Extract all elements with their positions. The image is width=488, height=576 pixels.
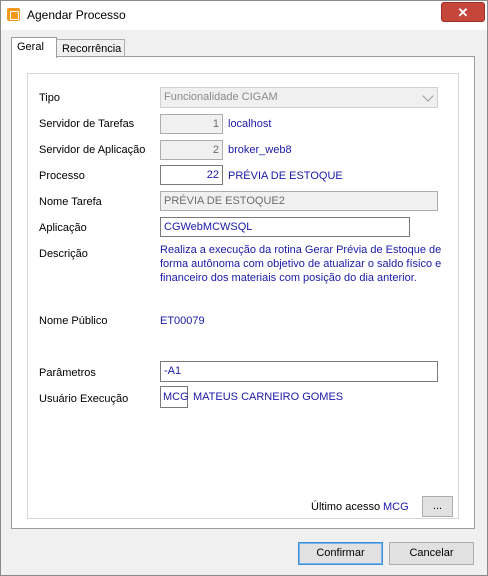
ultimo-acesso-value: MCG: [383, 501, 409, 513]
servidor-aplicacao-code-field[interactable]: 2: [160, 140, 223, 160]
usuario-execucao-label: Usuário Execução: [39, 393, 129, 405]
nome-tarefa-field[interactable]: PRÉVIA DE ESTOQUE2: [160, 191, 438, 211]
nome-publico-value: ET00079: [160, 315, 205, 327]
aplicacao-label: Aplicação: [39, 222, 87, 234]
tipo-value: Funcionalidade CIGAM: [164, 91, 278, 103]
window-title: Agendar Processo: [27, 8, 126, 22]
servidor-tarefas-label: Servidor de Tarefas: [39, 118, 135, 130]
usuario-execucao-code-field[interactable]: MCG: [160, 386, 189, 408]
usuario-execucao-name: MATEUS CARNEIRO GOMES: [193, 391, 344, 403]
confirm-button[interactable]: Confirmar: [298, 542, 383, 565]
ultimo-acesso-label: Último acesso: [311, 501, 381, 513]
servidor-aplicacao-label: Servidor de Aplicação: [39, 144, 146, 156]
title-bar: Agendar Processo ✕: [1, 1, 487, 30]
processo-name: PRÉVIA DE ESTOQUE: [228, 170, 343, 182]
parametros-field[interactable]: -A1: [160, 361, 438, 382]
processo-label: Processo: [39, 170, 85, 182]
cancel-button[interactable]: Cancelar: [389, 542, 474, 565]
servidor-tarefas-code-field[interactable]: 1: [160, 114, 223, 134]
tipo-label: Tipo: [39, 92, 60, 104]
app-icon: [7, 8, 20, 21]
nome-tarefa-label: Nome Tarefa: [39, 196, 102, 208]
servidor-aplicacao-name: broker_web8: [228, 144, 292, 156]
chevron-down-icon: [422, 90, 434, 102]
close-button[interactable]: ✕: [441, 2, 485, 22]
ultimo-acesso-button[interactable]: ...: [422, 496, 453, 517]
parametros-label: Parâmetros: [39, 367, 96, 379]
tab-geral[interactable]: Geral: [11, 37, 57, 58]
nome-publico-label: Nome Público: [39, 315, 108, 327]
form-group: [27, 73, 459, 519]
tipo-select[interactable]: Funcionalidade CIGAM: [160, 87, 438, 108]
servidor-tarefas-name: localhost: [228, 118, 272, 130]
descricao-text: Realiza a execução da rotina Gerar Prévi…: [160, 244, 442, 284]
descricao-label: Descrição: [39, 248, 88, 260]
aplicacao-field[interactable]: CGWebMCWSQL: [160, 217, 410, 237]
processo-code-field[interactable]: 22: [160, 165, 223, 185]
